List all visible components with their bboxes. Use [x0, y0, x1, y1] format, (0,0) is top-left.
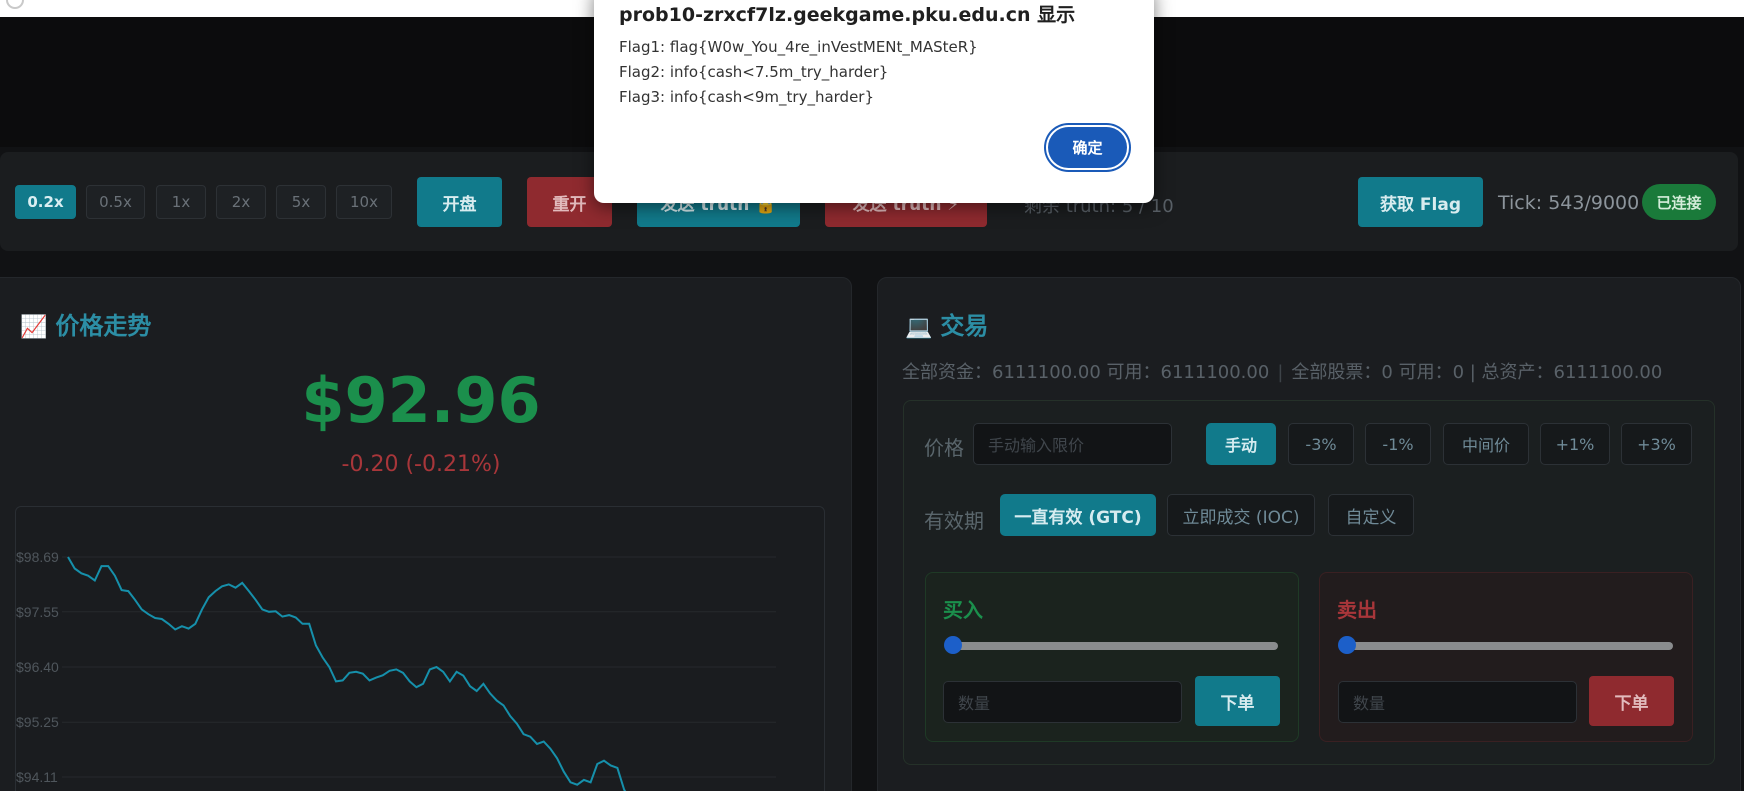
dialog-flag3-line: Flag3: info{cash<9m_try_harder}: [619, 88, 875, 106]
dialog-title: prob10-zrxcf7lz.geekgame.pku.edu.cn 显示: [619, 4, 1076, 26]
dialog-flag1-line: Flag1: flag{W0w_You_4re_inVestMENt_MASte…: [619, 38, 978, 56]
dialog-flag2-line: Flag2: info{cash<7.5m_try_harder}: [619, 63, 889, 81]
alert-dialog: prob10-zrxcf7lz.geekgame.pku.edu.cn 显示 F…: [594, 0, 1154, 203]
dialog-ok-button[interactable]: 确定: [1048, 127, 1127, 168]
